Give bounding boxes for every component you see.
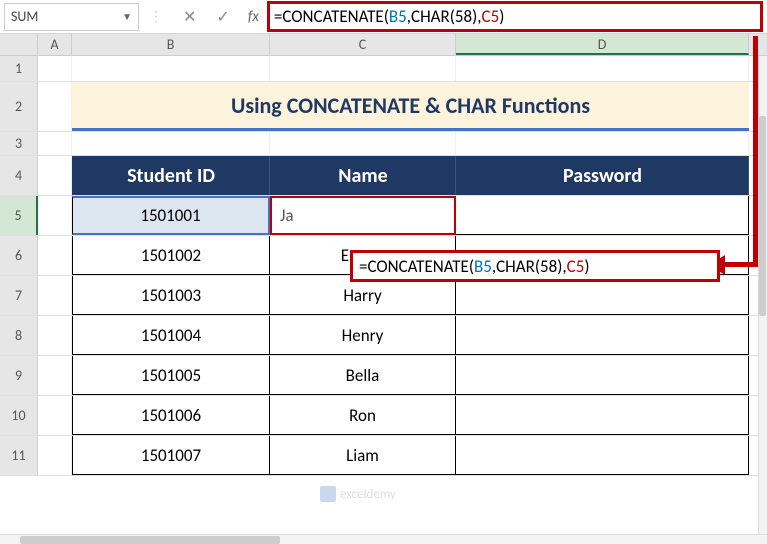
cell-d8[interactable]: [456, 316, 749, 355]
cell-c10[interactable]: Ron: [270, 396, 456, 435]
cell-d11[interactable]: [456, 436, 749, 475]
cell-a10[interactable]: [38, 396, 72, 435]
horizontal-scroll-thumb[interactable]: [20, 536, 280, 544]
cell-c8[interactable]: Henry: [270, 316, 456, 355]
row-5: 5 1501001 Ja: [0, 196, 767, 236]
cell-c11[interactable]: Liam: [270, 436, 456, 475]
cell-b7[interactable]: 1501003: [72, 276, 270, 315]
cell-c5[interactable]: Ja: [270, 196, 456, 235]
cell-c1[interactable]: [270, 56, 456, 81]
name-box[interactable]: SUM ▼: [4, 3, 139, 31]
cell-a1[interactable]: [38, 56, 72, 81]
row-3: 3: [0, 132, 767, 156]
col-header-d[interactable]: D: [456, 34, 749, 55]
cell-d10[interactable]: [456, 396, 749, 435]
row-header-11[interactable]: 11: [0, 436, 38, 475]
col-header-c[interactable]: C: [270, 34, 456, 55]
row-header-4[interactable]: 4: [0, 156, 38, 195]
row-header-9[interactable]: 9: [0, 356, 38, 395]
cell-a2[interactable]: [38, 82, 72, 131]
watermark: exceldemy: [320, 486, 396, 502]
cell-c3[interactable]: [270, 132, 456, 155]
cell-b5[interactable]: 1501001: [72, 196, 270, 235]
row-8: 8 1501004 Henry: [0, 316, 767, 356]
cell-a6[interactable]: [38, 236, 72, 275]
cell-c9[interactable]: Bella: [270, 356, 456, 395]
cell-a3[interactable]: [38, 132, 72, 155]
row-header-6[interactable]: 6: [0, 236, 38, 275]
row-11: 11 1501007 Liam: [0, 436, 767, 476]
row-header-3[interactable]: 3: [0, 132, 38, 155]
fx-icon[interactable]: fx: [240, 8, 267, 26]
callout-arrow-line: [753, 36, 758, 266]
cell-a5[interactable]: [38, 196, 72, 235]
cell-b6[interactable]: 1501002: [72, 236, 270, 275]
cell-b9[interactable]: 1501005: [72, 356, 270, 395]
name-box-value: SUM: [11, 8, 122, 25]
header-name[interactable]: Name: [270, 156, 456, 195]
row-10: 10 1501006 Ron: [0, 396, 767, 436]
cell-a7[interactable]: [38, 276, 72, 315]
row-header-2[interactable]: 2: [0, 82, 38, 131]
header-password[interactable]: Password: [456, 156, 749, 195]
col-header-a[interactable]: A: [38, 34, 72, 55]
cell-d5[interactable]: [456, 196, 749, 235]
page-title[interactable]: Using CONCATENATE & CHAR Functions: [72, 82, 749, 131]
cell-a4[interactable]: [38, 156, 72, 195]
formula-input[interactable]: =CONCATENATE(B5,CHAR(58),C5): [267, 1, 763, 32]
callout-arrow-horiz: [720, 262, 758, 267]
cell-b3[interactable]: [72, 132, 270, 155]
row-9: 9 1501005 Bella: [0, 356, 767, 396]
cell-b10[interactable]: 1501006: [72, 396, 270, 435]
row-header-5[interactable]: 5: [0, 196, 38, 235]
row-4: 4 Student ID Name Password: [0, 156, 767, 196]
row-header-7[interactable]: 7: [0, 276, 38, 315]
cell-a8[interactable]: [38, 316, 72, 355]
formula-bar: SUM ▼ ⋮ ✕ ✓ fx =CONCATENATE(B5,CHAR(58),…: [0, 0, 767, 34]
separator: ⋮: [139, 8, 173, 25]
column-headers: A B C D: [0, 34, 767, 56]
cell-a9[interactable]: [38, 356, 72, 395]
enter-icon[interactable]: ✓: [206, 7, 239, 27]
horizontal-scrollbar[interactable]: [0, 534, 767, 544]
cell-b8[interactable]: 1501004: [72, 316, 270, 355]
chevron-down-icon[interactable]: ▼: [122, 10, 132, 23]
cell-b11[interactable]: 1501007: [72, 436, 270, 475]
col-header-b[interactable]: B: [72, 34, 270, 55]
row-2: 2 Using CONCATENATE & CHAR Functions: [0, 82, 767, 132]
vertical-scroll-thumb[interactable]: [759, 116, 766, 316]
row-7: 7 1501003 Harry: [0, 276, 767, 316]
watermark-logo-icon: [320, 486, 336, 502]
cell-editing-overlay[interactable]: =CONCATENATE(B5,CHAR(58),C5): [350, 250, 720, 282]
watermark-text: exceldemy: [340, 487, 396, 502]
vertical-scrollbar[interactable]: [758, 56, 767, 534]
cell-b1[interactable]: [72, 56, 270, 81]
cell-d3[interactable]: [456, 132, 749, 155]
select-all-corner[interactable]: [0, 34, 38, 55]
cancel-icon[interactable]: ✕: [173, 7, 206, 27]
cell-d9[interactable]: [456, 356, 749, 395]
row-header-8[interactable]: 8: [0, 316, 38, 355]
header-student-id[interactable]: Student ID: [72, 156, 270, 195]
row-header-10[interactable]: 10: [0, 396, 38, 435]
cell-d1[interactable]: [456, 56, 749, 81]
row-header-1[interactable]: 1: [0, 56, 38, 81]
cell-a11[interactable]: [38, 436, 72, 475]
row-1: 1: [0, 56, 767, 82]
